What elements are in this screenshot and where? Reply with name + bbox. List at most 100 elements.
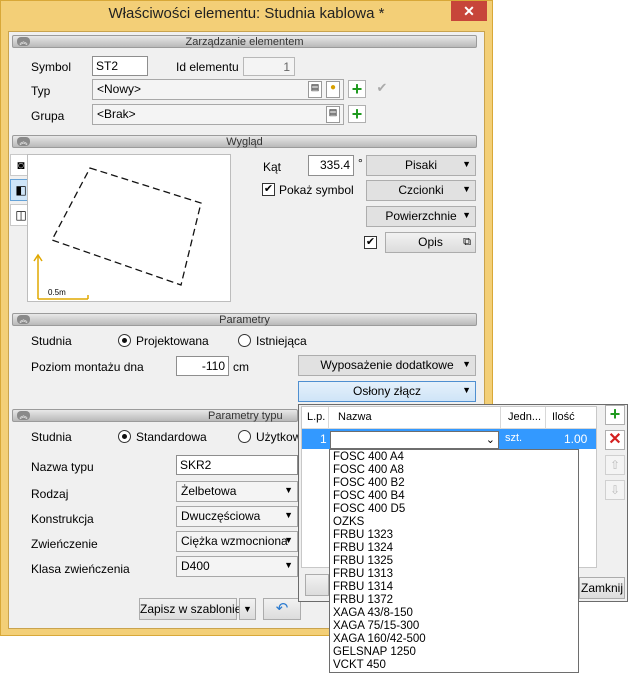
list-item[interactable]: XAGA 160/42-500: [333, 633, 426, 646]
opis-label: Opis: [418, 235, 443, 249]
close-popup-button[interactable]: Zamknij: [579, 577, 625, 599]
header-ilosc: Ilość: [552, 411, 575, 423]
list-item[interactable]: FRBU 1314: [333, 581, 393, 594]
move-up-icon[interactable]: ⇧: [605, 455, 625, 475]
section-header-type-params[interactable]: ︽ Parametry typu: [12, 409, 298, 422]
grid-header: L.p. Nazwa Jedn... Ilość: [302, 407, 596, 429]
list-item[interactable]: VCKT 450: [333, 659, 386, 672]
oslony-label: Osłony złącz: [352, 384, 422, 398]
row-ilosc: 1.00: [564, 432, 588, 446]
list-item[interactable]: FRBU 1313: [333, 568, 393, 581]
scale-label: 0.5m: [48, 288, 66, 297]
collapse-chevron-icon: ︽: [17, 37, 30, 46]
chevron-down-icon: ⌄: [485, 434, 495, 446]
preview-drawing: [33, 167, 202, 300]
list-item[interactable]: GELSNAP 1250: [333, 646, 416, 659]
zwienczenie-combo[interactable]: Ciężka wzmocniona ▼: [176, 531, 298, 552]
list-item[interactable]: FOSC 400 A8: [333, 464, 404, 477]
standard-radio[interactable]: [118, 430, 131, 443]
section-title: Parametry: [219, 314, 270, 326]
list-item[interactable]: FOSC 400 A4: [333, 451, 404, 464]
symbol-preview: 0.5m: [27, 154, 231, 302]
type-studnia-label: Studnia: [31, 430, 72, 444]
document-icon[interactable]: ▤: [326, 106, 340, 123]
rodzaj-combo[interactable]: Żelbetowa ▼: [176, 481, 298, 502]
typ-combo[interactable]: <Nowy>: [92, 79, 344, 100]
add-group-button[interactable]: +: [348, 105, 366, 123]
show-symbol-checkbox[interactable]: ✔: [262, 183, 275, 196]
existing-radio[interactable]: [238, 334, 251, 347]
symbol-input[interactable]: ST2: [92, 56, 148, 76]
opis-button[interactable]: Opis ⧉: [385, 232, 476, 253]
nazwa-dropdown-list[interactable]: FOSC 400 A4 FOSC 400 A8 FOSC 400 B2 FOSC…: [329, 449, 579, 673]
nazwa-typu-input[interactable]: SKR2: [176, 455, 298, 475]
klasa-label: Klasa zwieńczenia: [31, 562, 130, 576]
id-field: 1: [243, 57, 295, 76]
section-title: Wygląd: [226, 136, 263, 148]
typ-value: <Nowy>: [97, 82, 142, 96]
projected-radio[interactable]: [118, 334, 131, 347]
move-down-icon[interactable]: ⇩: [605, 480, 625, 500]
chevron-down-icon: ▼: [284, 535, 293, 545]
add-type-button[interactable]: +: [348, 80, 366, 98]
user-radio[interactable]: [238, 430, 251, 443]
nazwa-combo[interactable]: ⌄: [330, 431, 499, 449]
popup-button-left[interactable]: [305, 574, 329, 596]
zwienczenie-label: Zwieńczenie: [31, 537, 98, 551]
collapse-chevron-icon: ︽: [17, 411, 30, 420]
list-item[interactable]: FOSC 400 B4: [333, 490, 405, 503]
grupa-label: Grupa: [31, 109, 65, 123]
kat-label: Kąt: [263, 160, 282, 174]
kat-input[interactable]: 335.4: [308, 155, 354, 176]
poziom-unit: cm: [233, 360, 249, 374]
poziom-label: Poziom montażu dna: [31, 360, 144, 374]
list-item[interactable]: XAGA 43/8-150: [333, 607, 413, 620]
save-template-dropdown-button[interactable]: ▼: [239, 598, 256, 620]
list-item[interactable]: FRBU 1325: [333, 555, 393, 568]
header-divider: [328, 407, 329, 429]
studnia-label: Studnia: [31, 334, 72, 348]
check-icon[interactable]: ✔: [373, 80, 391, 98]
list-item[interactable]: FOSC 400 B2: [333, 477, 405, 490]
klasa-combo[interactable]: D400 ▼: [176, 556, 298, 577]
powierzchnie-dropdown[interactable]: Powierzchnie ▼: [366, 206, 476, 227]
lightbulb-icon[interactable]: ●: [326, 81, 340, 98]
list-item[interactable]: FRBU 1372: [333, 594, 393, 607]
wyposazenie-dropdown[interactable]: Wyposażenie dodatkowe ▼: [298, 355, 476, 376]
add-row-button[interactable]: +: [605, 405, 625, 425]
user-label: Użytkow: [256, 430, 302, 444]
document-icon[interactable]: ▤: [308, 81, 322, 98]
close-window-button[interactable]: ✕: [451, 1, 487, 21]
konstrukcja-label: Konstrukcja: [31, 512, 94, 526]
symbol-label: Symbol: [31, 60, 72, 74]
chevron-down-icon: ▼: [284, 560, 293, 570]
chevron-down-icon: ▼: [284, 485, 293, 495]
section-title: Parametry typu: [208, 410, 283, 422]
list-item[interactable]: FOSC 400 D5: [333, 503, 405, 516]
header-divider: [500, 407, 501, 429]
oslony-dropdown[interactable]: Osłony złącz ▼: [298, 381, 476, 402]
section-header-manage[interactable]: ︽ Zarządzanie elementem: [12, 35, 477, 48]
title-bar[interactable]: Właściwości elementu: Studnia kablowa *: [0, 0, 493, 32]
list-item[interactable]: FRBU 1324: [333, 542, 393, 555]
konstrukcja-value: Dwuczęściowa: [181, 509, 261, 523]
grupa-combo[interactable]: <Brak>: [92, 104, 344, 125]
poziom-input[interactable]: -110: [176, 356, 229, 376]
save-template-button[interactable]: Zapisz w szablonie: [139, 598, 241, 620]
undo-icon[interactable]: ↶: [263, 598, 301, 620]
projected-label: Projektowana: [136, 334, 209, 348]
row-lp: 1: [320, 432, 327, 446]
opis-checkbox[interactable]: ✔: [364, 236, 377, 249]
konstrukcja-combo[interactable]: Dwuczęściowa ▼: [176, 506, 298, 527]
list-item[interactable]: FRBU 1323: [333, 529, 393, 542]
open-dialog-icon: ⧉: [463, 236, 471, 248]
delete-row-button[interactable]: ✕: [605, 430, 625, 450]
zwienczenie-value: Ciężka wzmocniona: [181, 534, 288, 548]
list-item[interactable]: XAGA 75/15-300: [333, 620, 419, 633]
pisaki-dropdown[interactable]: Pisaki ▼: [366, 155, 476, 176]
list-item[interactable]: OZKS: [333, 516, 364, 529]
czcionki-dropdown[interactable]: Czcionki ▼: [366, 180, 476, 201]
section-header-params[interactable]: ︽ Parametry: [12, 313, 477, 326]
section-header-look[interactable]: ︽ Wygląd: [12, 135, 477, 148]
rodzaj-value: Żelbetowa: [181, 484, 237, 498]
